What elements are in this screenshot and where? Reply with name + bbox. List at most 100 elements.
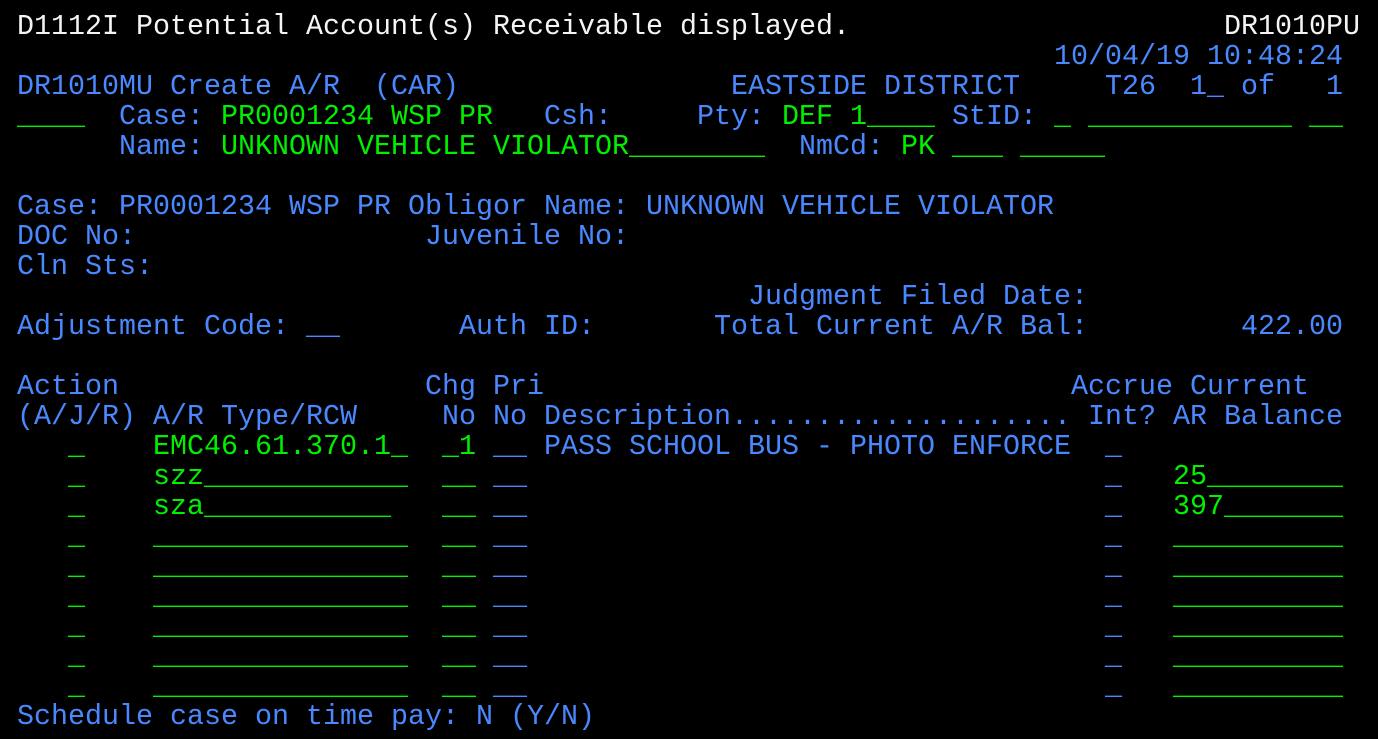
nmcd-input-2[interactable]: ___ — [952, 132, 1003, 162]
ar-type-input[interactable]: _______________ — [153, 642, 408, 672]
pri-no-field: __ — [493, 460, 527, 493]
pri-no-field: __ — [493, 550, 527, 583]
accrue-int-field: _ — [1105, 490, 1122, 523]
action-input[interactable]: _ — [68, 552, 85, 582]
column-header-action: Action — [17, 370, 119, 403]
pri-no-field: __ — [493, 520, 527, 553]
obligor-value: UNKNOWN VEHICLE VIOLATOR — [646, 190, 1054, 223]
summary-case-value: PR0001234 WSP PR — [119, 190, 391, 223]
nmcd-label: NmCd: — [799, 130, 884, 163]
chg-no-input[interactable]: __ — [442, 462, 476, 492]
page-total: 1 — [1326, 70, 1343, 103]
action-input[interactable]: _ — [68, 642, 85, 672]
ar-type-input[interactable]: EMC46.61.370.1_ — [153, 432, 408, 462]
nmcd-input-3[interactable]: _____ — [1020, 132, 1105, 162]
csh-label: Csh: — [544, 100, 612, 133]
screen-id: DR1010PU — [1224, 10, 1360, 43]
accrue-int-field: _ — [1105, 610, 1122, 643]
column-header-chg: Chg — [425, 370, 476, 403]
total-balance-label: Total Current A/R Bal: — [714, 310, 1088, 343]
stid-input-1[interactable]: _ — [1054, 102, 1071, 132]
column-header-type: A/R Type/RCW — [153, 400, 357, 433]
case-input[interactable]: PR0001234 WSP PR — [221, 102, 493, 132]
action-input[interactable]: _ — [68, 492, 85, 522]
ar-type-input[interactable]: szz____________ — [153, 462, 408, 492]
action-input[interactable]: _ — [68, 462, 85, 492]
action-input[interactable]: _ — [68, 582, 85, 612]
date-time: 10/04/19 10:48:24 — [1054, 40, 1343, 73]
page-of-label: of — [1241, 70, 1275, 103]
chg-no-input[interactable]: __ — [442, 642, 476, 672]
schedule-time-pay-value: N — [476, 700, 493, 733]
pri-no-field: __ — [493, 640, 527, 673]
chg-no-input[interactable]: __ — [442, 582, 476, 612]
accrue-int-field: _ — [1105, 670, 1122, 703]
ar-type-input[interactable]: _______________ — [153, 522, 408, 552]
chg-no-input[interactable]: __ — [442, 672, 476, 702]
action-input[interactable]: _ — [68, 432, 85, 462]
pri-no-field: __ — [493, 670, 527, 703]
column-header-int: Int? — [1088, 400, 1156, 433]
nmcd-input[interactable]: PK — [901, 132, 935, 162]
terminal-screen: D1112I Potential Account(s) Receivable d… — [0, 0, 1378, 739]
stid-input-3[interactable]: __ — [1309, 102, 1343, 132]
judgment-filed-date-label: Judgment Filed Date: — [748, 280, 1088, 313]
total-balance-value: 422.00 — [1241, 310, 1343, 343]
action-input[interactable]: _ — [68, 522, 85, 552]
column-header-chg-no: No — [442, 400, 476, 433]
balance-input[interactable]: __________ — [1173, 552, 1343, 582]
column-header-balance: AR Balance — [1173, 400, 1343, 433]
pty-type-input[interactable]: DEF — [782, 102, 833, 132]
chg-no-input[interactable]: __ — [442, 492, 476, 522]
accrue-int-field: _ — [1105, 580, 1122, 613]
juvenile-no-label: Juvenile No: — [425, 220, 629, 253]
accrue-int-field: _ — [1105, 520, 1122, 553]
adjustment-code-label: Adjustment Code: — [17, 310, 289, 343]
name-input[interactable]: UNKNOWN VEHICLE VIOLATOR________ — [221, 132, 765, 162]
accrue-int-field: _ — [1105, 460, 1122, 493]
balance-input[interactable]: __________ — [1173, 582, 1343, 612]
balance-input[interactable]: __________ — [1173, 642, 1343, 672]
chg-no-input[interactable]: __ — [442, 552, 476, 582]
accrue-int-field: _ — [1105, 430, 1122, 463]
balance-input[interactable]: 397_______ — [1173, 492, 1343, 522]
chg-no-input[interactable]: _1 — [442, 432, 476, 462]
obligor-label: Obligor Name: — [408, 190, 629, 223]
ar-type-input[interactable]: _______________ — [153, 552, 408, 582]
column-header-pri-no: No — [493, 400, 527, 433]
column-header-action-codes: (A/J/R) — [17, 400, 136, 433]
schedule-time-pay-options: (Y/N) — [510, 700, 595, 733]
terminal-id: T26 — [1105, 70, 1156, 103]
column-header-description: Description.................... — [544, 400, 1071, 433]
status-message: D1112I Potential Account(s) Receivable d… — [17, 10, 850, 43]
stid-label: StID: — [952, 100, 1037, 133]
pty-number-input[interactable]: 1____ — [850, 102, 935, 132]
action-input[interactable]: _ — [68, 672, 85, 702]
chg-no-input[interactable]: __ — [442, 522, 476, 552]
column-header-current: Current — [1190, 370, 1309, 403]
chg-no-input[interactable]: __ — [442, 612, 476, 642]
action-input[interactable]: _ — [68, 612, 85, 642]
adjustment-code-field: __ — [306, 310, 340, 343]
page-current: 1_ — [1190, 70, 1224, 103]
ar-type-input[interactable]: _______________ — [153, 672, 408, 702]
ar-type-input[interactable]: _______________ — [153, 612, 408, 642]
accrue-int-field: _ — [1105, 550, 1122, 583]
balance-input[interactable]: __________ — [1173, 522, 1343, 552]
command-input[interactable]: ____ — [17, 102, 85, 132]
stid-input-2[interactable]: ____________ — [1088, 102, 1292, 132]
pri-no-field: __ — [493, 580, 527, 613]
pty-label: Pty: — [697, 100, 765, 133]
balance-input[interactable]: __________ — [1173, 612, 1343, 642]
balance-input[interactable]: __________ — [1173, 672, 1343, 702]
description-text: PASS SCHOOL BUS - PHOTO ENFORCE — [544, 430, 1071, 463]
cln-sts-label: Cln Sts: — [17, 250, 153, 283]
name-label: Name: — [119, 130, 204, 163]
case-label: Case: — [119, 100, 204, 133]
auth-id-label: Auth ID: — [459, 310, 595, 343]
pri-no-field: __ — [493, 430, 527, 463]
column-header-pri: Pri — [493, 370, 544, 403]
balance-input[interactable]: 25________ — [1173, 462, 1343, 492]
ar-type-input[interactable]: _______________ — [153, 582, 408, 612]
ar-type-input[interactable]: sza___________ — [153, 492, 391, 522]
